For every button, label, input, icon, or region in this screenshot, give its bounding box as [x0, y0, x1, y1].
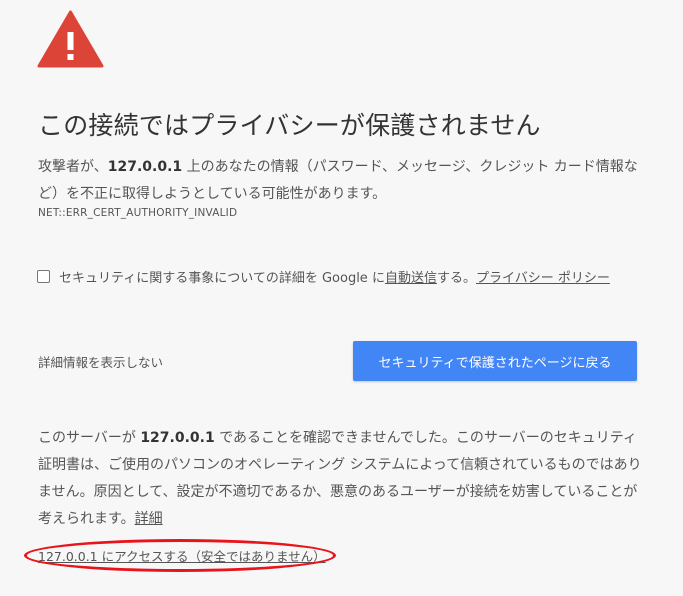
page-heading: この接続ではプライバシーが保護されません	[38, 111, 541, 140]
warning-triangle-icon	[37, 10, 104, 68]
details-toggle-button[interactable]: 詳細情報を表示しない	[38, 352, 163, 371]
opt-in-row: セキュリティに関する事象についての詳細を Google に 自動送信 する。 プ…	[37, 267, 610, 286]
error-code: NET::ERR_CERT_AUTHORITY_INVALID	[38, 207, 238, 219]
main-message: 攻撃者が、127.0.0.1 上のあなたの情報（パスワード、メッセージ、クレジッ…	[38, 154, 638, 208]
details-host: 127.0.0.1	[140, 430, 215, 446]
opt-in-label-middle: する。	[436, 271, 476, 286]
interstitial-page: この接続ではプライバシーが保護されません 攻撃者が、127.0.0.1 上のあな…	[0, 0, 683, 596]
main-message-before: 攻撃者が、	[38, 159, 108, 175]
details-before: このサーバーが	[38, 430, 141, 446]
opt-in-label: セキュリティに関する事象についての詳細を Google に	[59, 271, 385, 286]
proceed-unsafe-link[interactable]: 127.0.0.1 にアクセスする（安全ではありません）	[38, 546, 326, 565]
details-message: このサーバーが 127.0.0.1 であることを確認できませんでした。このサーバ…	[38, 425, 643, 533]
back-to-safety-button[interactable]: セキュリティで保護されたページに戻る	[353, 341, 637, 381]
privacy-policy-link[interactable]: プライバシー ポリシー	[476, 267, 610, 286]
reporting-checkbox[interactable]	[37, 270, 50, 283]
details-learn-more-link[interactable]: 詳細	[135, 511, 163, 527]
auto-send-link[interactable]: 自動送信	[385, 267, 437, 286]
main-message-host: 127.0.0.1	[107, 159, 183, 175]
